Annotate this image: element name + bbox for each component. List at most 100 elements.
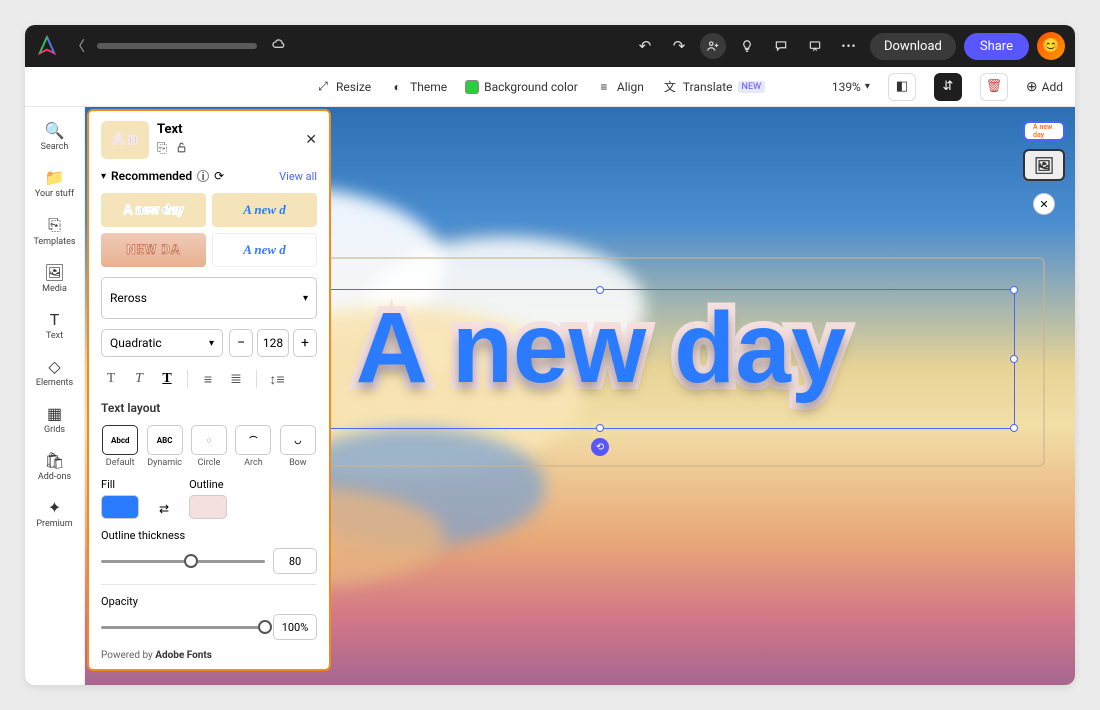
- app-logo: [35, 34, 59, 58]
- info-icon[interactable]: i: [197, 170, 209, 182]
- text-layout-options: AbcdDefault ABCDynamic ◌Circle ⌒Arch ◡Bo…: [101, 425, 317, 468]
- resize-tool[interactable]: ⤢Resize: [315, 79, 371, 95]
- refresh-icon[interactable]: ⟳: [214, 169, 224, 183]
- outline-thickness-slider[interactable]: [101, 560, 265, 563]
- recommended-label: Recommended: [111, 169, 192, 183]
- document-title-placeholder[interactable]: [97, 43, 257, 49]
- layout-circle[interactable]: ◌: [191, 425, 227, 455]
- sidebar-premium[interactable]: ✦Premium: [25, 492, 84, 535]
- layout-bow[interactable]: ◡: [280, 425, 316, 455]
- elements-icon: ◇: [48, 357, 60, 376]
- resize-handle-tr[interactable]: [1010, 286, 1018, 294]
- more-menu[interactable]: •••: [836, 33, 862, 59]
- align-tool[interactable]: ≡Align: [596, 79, 644, 95]
- page-thumb-2[interactable]: 🖼: [1023, 149, 1065, 181]
- redo-button[interactable]: ↷: [666, 33, 692, 59]
- toggle-a-button[interactable]: ◧: [888, 73, 916, 101]
- recommended-style-1[interactable]: A new day: [101, 193, 206, 227]
- font-size-value[interactable]: 128: [257, 329, 289, 357]
- media-icon: 🖼: [44, 263, 64, 282]
- sidebar-addons[interactable]: 🛍Add-ons: [25, 445, 84, 488]
- toggle-b-button[interactable]: ⇵: [934, 73, 962, 101]
- sidebar-templates[interactable]: ⎘Templates: [25, 209, 84, 253]
- duplicate-icon[interactable]: ⎘: [157, 141, 167, 158]
- text-layout-label: Text layout: [101, 401, 317, 415]
- sidebar-search[interactable]: 🔍Search: [25, 115, 84, 158]
- panel-footer: Powered by Adobe Fonts: [101, 650, 317, 661]
- panel-close-button[interactable]: ✕: [305, 132, 317, 148]
- sidebar-elements[interactable]: ◇Elements: [25, 351, 84, 394]
- rotate-handle[interactable]: ⟲: [591, 438, 609, 456]
- text-properties-panel: A n Text ⎘ ✕ ▾ Recommended i ⟳ Vie: [87, 109, 331, 671]
- comment-icon[interactable]: [768, 33, 794, 59]
- style-italic[interactable]: T: [129, 369, 149, 389]
- bgcolor-tool[interactable]: Background color: [465, 80, 578, 94]
- recommended-style-2[interactable]: A new d: [212, 193, 317, 227]
- opacity-slider[interactable]: [101, 626, 265, 629]
- opacity-label: Opacity: [101, 595, 317, 608]
- bgcolor-swatch: [465, 80, 479, 94]
- outline-color-swatch[interactable]: [189, 495, 227, 519]
- recommended-style-4[interactable]: A new d: [212, 233, 317, 267]
- download-button[interactable]: Download: [870, 33, 956, 60]
- templates-icon: ⎘: [48, 215, 61, 235]
- style-regular[interactable]: T: [101, 369, 121, 389]
- undo-button[interactable]: ↶: [632, 33, 658, 59]
- share-button[interactable]: Share: [964, 33, 1029, 60]
- outline-thickness-value[interactable]: 80: [273, 548, 317, 574]
- cloud-sync-icon[interactable]: [271, 36, 287, 56]
- grids-icon: ▦: [47, 404, 62, 423]
- size-increment[interactable]: +: [293, 329, 317, 357]
- user-avatar[interactable]: 😊: [1037, 32, 1065, 60]
- sidebar-grids[interactable]: ▦Grids: [25, 398, 84, 441]
- page-thumb-1[interactable]: A new day: [1023, 121, 1065, 141]
- font-style-select[interactable]: Quadratic▾: [101, 329, 223, 357]
- zoom-control[interactable]: 139%▾: [832, 80, 870, 94]
- delete-button[interactable]: 🗑: [980, 73, 1008, 101]
- back-button[interactable]: 〈: [67, 36, 89, 56]
- page-thumbnails: A new day 🖼 ✕: [1023, 121, 1065, 215]
- list-button[interactable]: ≣: [226, 369, 246, 389]
- recommended-grid: A new day A new d NEW DA A new d: [101, 193, 317, 267]
- layout-default[interactable]: Abcd: [102, 425, 138, 455]
- fill-label: Fill: [101, 478, 139, 491]
- app-header: 〈 ↶ ↷ ••• Download Share 😊: [25, 25, 1075, 67]
- premium-icon: ✦: [48, 498, 61, 517]
- translate-tool[interactable]: 文TranslateNEW: [662, 79, 765, 95]
- sidebar-your-stuff[interactable]: 📁Your stuff: [25, 162, 84, 205]
- new-badge: NEW: [738, 81, 766, 93]
- view-all-link[interactable]: View all: [279, 170, 317, 183]
- resize-handle-bm[interactable]: [596, 424, 604, 432]
- left-sidebar: 🔍Search 📁Your stuff ⎘Templates 🖼Media TT…: [25, 107, 85, 685]
- resize-handle-tm[interactable]: [596, 286, 604, 294]
- chevron-down-icon[interactable]: ▾: [101, 171, 106, 182]
- layout-arch[interactable]: ⌒: [235, 425, 271, 455]
- sidebar-media[interactable]: 🖼Media: [25, 257, 84, 300]
- document-toolbar: ⤢Resize ◐Theme Background color ≡Align 文…: [25, 67, 1075, 107]
- theme-tool[interactable]: ◐Theme: [389, 79, 447, 95]
- swap-colors-icon[interactable]: ⇄: [159, 502, 169, 516]
- layout-dynamic[interactable]: ABC: [147, 425, 183, 455]
- present-icon[interactable]: [802, 33, 828, 59]
- folder-icon: 📁: [45, 168, 65, 187]
- resize-handle-br[interactable]: [1010, 424, 1018, 432]
- align-button[interactable]: ≡: [198, 369, 218, 389]
- size-decrement[interactable]: −: [229, 329, 253, 357]
- font-family-select[interactable]: Reross▾: [101, 277, 317, 319]
- text-icon: T: [50, 310, 60, 329]
- sidebar-text[interactable]: TText: [25, 304, 84, 347]
- resize-handle-mr[interactable]: [1010, 355, 1018, 363]
- search-icon: 🔍: [45, 121, 65, 140]
- close-thumbnails[interactable]: ✕: [1033, 193, 1055, 215]
- outline-thickness-label: Outline thickness: [101, 529, 317, 542]
- add-user-button[interactable]: [700, 33, 726, 59]
- recommended-style-3[interactable]: NEW DA: [101, 233, 206, 267]
- lock-icon[interactable]: [175, 141, 188, 158]
- outline-label: Outline: [189, 478, 227, 491]
- opacity-value[interactable]: 100%: [273, 614, 317, 640]
- fill-color-swatch[interactable]: [101, 495, 139, 519]
- hint-icon[interactable]: [734, 33, 760, 59]
- style-underline[interactable]: T: [157, 369, 177, 389]
- add-page-button[interactable]: ⊕Add: [1026, 79, 1063, 95]
- spacing-button[interactable]: ↕≡: [267, 369, 287, 389]
